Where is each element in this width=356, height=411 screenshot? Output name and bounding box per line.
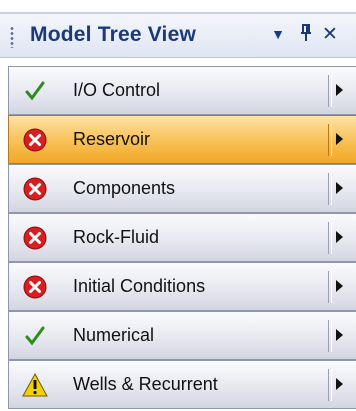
tree-item-initial-conditions[interactable]: Initial Conditions [8,262,356,311]
dropdown-icon[interactable]: ▼ [268,26,288,50]
expand-button[interactable] [330,214,356,261]
tree-item-label: Rock-Fluid [73,227,160,247]
chevron-right-icon [336,84,343,96]
tree-item-wells-recurrent[interactable]: Wells & Recurrent [8,360,356,409]
expand-button[interactable] [330,116,356,163]
close-icon[interactable]: ✕ [320,23,340,47]
tree-item-label: I/O Control [73,80,161,100]
chevron-right-icon [336,182,343,194]
tree-item-label: Reservoir [73,129,151,149]
chevron-right-icon [336,231,343,243]
model-tree-panel: Model Tree View ▼ ✕ I/O Control Reservoir… [0,0,356,411]
tree-item-label: Numerical [73,325,155,345]
tree-item-reservoir[interactable]: Reservoir [8,115,356,164]
checkmark-icon [22,78,48,104]
chevron-right-icon [336,378,343,390]
title-bar[interactable]: Model Tree View ▼ ✕ [0,12,356,58]
tree-item-label: Initial Conditions [73,276,206,296]
tree-item-rock-fluid[interactable]: Rock-Fluid [8,213,356,262]
tree-item-label: Components [73,178,176,198]
chevron-right-icon [336,280,343,292]
checkmark-icon [22,323,48,349]
expand-button[interactable] [330,361,356,408]
expand-button[interactable] [330,312,356,359]
expand-button[interactable] [330,165,356,212]
pin-icon[interactable] [296,23,316,47]
error-icon [22,127,48,153]
tree-item-numerical[interactable]: Numerical [8,311,356,360]
warning-icon [22,372,48,398]
error-icon [22,274,48,300]
expand-button[interactable] [330,67,356,114]
error-icon [22,176,48,202]
tree-item-i-o-control[interactable]: I/O Control [8,66,356,115]
drag-grip-icon[interactable] [10,26,14,48]
chevron-right-icon [336,133,343,145]
chevron-right-icon [336,329,343,341]
tree-list: I/O Control Reservoir Components Rock-Fluid… [8,66,356,409]
expand-button[interactable] [330,263,356,310]
error-icon [22,225,48,251]
panel-title: Model Tree View [30,23,197,46]
tree-item-label: Wells & Recurrent [73,374,218,394]
tree-item-components[interactable]: Components [8,164,356,213]
